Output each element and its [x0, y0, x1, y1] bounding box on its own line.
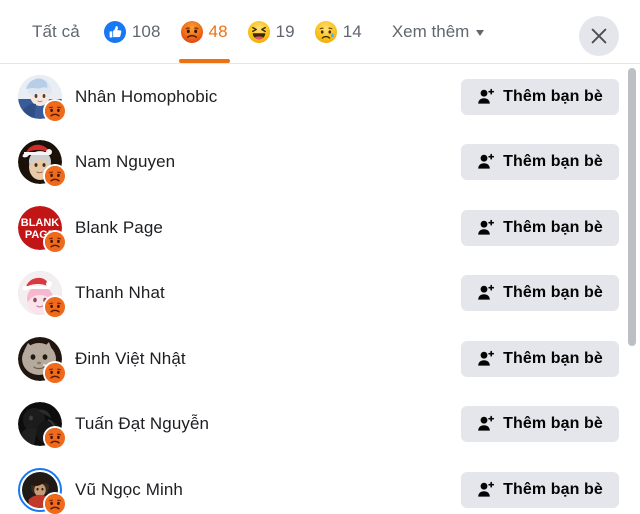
person-add-icon: [477, 88, 495, 106]
reactors-list[interactable]: Nhân Homophobic Thêm bạn bè Nam Nguyen T…: [0, 64, 640, 514]
angry-icon: [180, 20, 203, 43]
reaction-tabs: Tất cả 108 48 19 14 Xem thêm: [0, 0, 492, 63]
tab-angry[interactable]: 48: [171, 0, 238, 63]
reactor-name: Thanh Nhat: [75, 283, 165, 303]
add-friend-button[interactable]: Thêm bạn bè: [461, 209, 619, 246]
tab-sad[interactable]: 14: [305, 0, 372, 63]
reactor-name: Tuấn Đạt Nguyễn: [75, 414, 210, 434]
tab-all[interactable]: Tất cả: [18, 0, 94, 63]
avatar[interactable]: [18, 74, 65, 121]
like-icon: [103, 20, 126, 43]
reactions-dialog: Tất cả 108 48 19 14 Xem thêm Nhân Homoph…: [0, 0, 640, 514]
tab-haha[interactable]: 19: [238, 0, 305, 63]
tab-like[interactable]: 108: [94, 0, 171, 63]
angry-icon: [45, 297, 65, 318]
angry-icon: [45, 231, 65, 252]
list-item[interactable]: Đinh Việt Nhật Thêm bạn bè: [0, 326, 640, 392]
tab-angry-count: 48: [208, 21, 228, 41]
reactor-name: Nhân Homophobic: [75, 86, 218, 106]
person-add-icon: [477, 219, 495, 237]
angry-icon: [45, 428, 65, 449]
add-friend-label: Thêm bạn bè: [503, 284, 603, 302]
close-button[interactable]: [579, 16, 619, 56]
add-friend-button[interactable]: Thêm bạn bè: [461, 471, 619, 508]
add-friend-label: Thêm bạn bè: [503, 153, 603, 171]
list-item[interactable]: Nhân Homophobic Thêm bạn bè: [0, 64, 640, 130]
list-item[interactable]: Vũ Ngọc Minh Thêm bạn bè: [0, 457, 640, 514]
sad-icon: [314, 20, 337, 43]
angry-icon: [45, 493, 65, 514]
close-icon: [589, 26, 609, 46]
list-item[interactable]: BLANK PAGE Blank Page Thêm bạn bè: [0, 195, 640, 261]
person-add-icon: [477, 481, 495, 499]
person-add-icon: [477, 153, 495, 171]
svg-text:BLANK: BLANK: [21, 217, 60, 229]
person-add-icon: [477, 284, 495, 302]
add-friend-label: Thêm bạn bè: [503, 349, 603, 367]
add-friend-button[interactable]: Thêm bạn bè: [461, 144, 619, 181]
reactor-name: Vũ Ngọc Minh: [75, 479, 183, 499]
avatar[interactable]: [18, 140, 65, 187]
tab-haha-count: 19: [275, 21, 295, 41]
tab-sad-count: 14: [342, 21, 362, 41]
add-friend-label: Thêm bạn bè: [503, 415, 603, 433]
angry-icon: [45, 166, 65, 187]
tab-all-label: Tất cả: [32, 21, 80, 41]
add-friend-button[interactable]: Thêm bạn bè: [461, 275, 619, 312]
avatar[interactable]: [18, 336, 65, 383]
reactor-name: Đinh Việt Nhật: [75, 348, 186, 368]
person-add-icon: [477, 350, 495, 368]
add-friend-label: Thêm bạn bè: [503, 480, 603, 498]
add-friend-label: Thêm bạn bè: [503, 87, 603, 105]
angry-icon: [45, 362, 65, 383]
see-more-dropdown[interactable]: Xem thêm: [384, 0, 492, 63]
list-item[interactable]: Tuấn Đạt Nguyễn Thêm bạn bè: [0, 392, 640, 458]
see-more-label: Xem thêm: [391, 21, 470, 41]
person-add-icon: [477, 415, 495, 433]
tab-like-count: 108: [131, 21, 161, 41]
avatar[interactable]: BLANK PAGE: [18, 205, 65, 252]
angry-icon: [45, 100, 65, 121]
avatar[interactable]: [18, 402, 65, 449]
dialog-header: Tất cả 108 48 19 14 Xem thêm: [0, 0, 640, 64]
avatar[interactable]: [18, 467, 65, 514]
list-item[interactable]: Nam Nguyen Thêm bạn bè: [0, 130, 640, 196]
scrollbar-thumb[interactable]: [628, 68, 636, 346]
add-friend-button[interactable]: Thêm bạn bè: [461, 406, 619, 443]
reactor-name: Nam Nguyen: [75, 152, 176, 172]
active-tab-indicator: [178, 59, 230, 63]
add-friend-button[interactable]: Thêm bạn bè: [461, 340, 619, 377]
add-friend-button[interactable]: Thêm bạn bè: [461, 78, 619, 115]
list-item[interactable]: Thanh Nhat Thêm bạn bè: [0, 261, 640, 327]
avatar[interactable]: [18, 271, 65, 318]
add-friend-label: Thêm bạn bè: [503, 218, 603, 236]
haha-icon: [247, 20, 270, 43]
chevron-down-icon: [476, 30, 485, 36]
reactor-name: Blank Page: [75, 217, 163, 237]
